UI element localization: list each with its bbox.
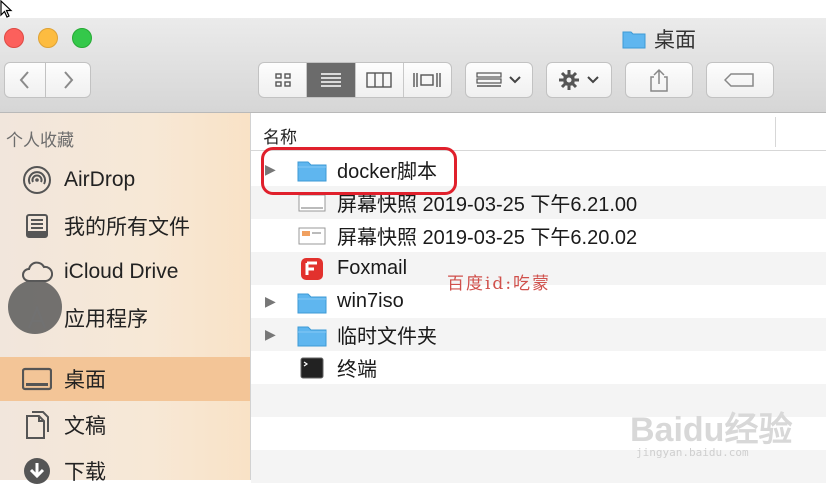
icon-view-button[interactable] (259, 63, 308, 97)
zoom-button[interactable] (72, 28, 92, 48)
folder-icon (297, 323, 327, 347)
tags-button[interactable] (706, 62, 774, 98)
view-switcher (258, 62, 452, 98)
grid-icon (274, 73, 291, 87)
minimize-button[interactable] (38, 28, 58, 48)
columns-icon (366, 72, 392, 88)
column-divider[interactable] (775, 117, 776, 147)
chevron-down-icon (509, 76, 521, 84)
column-header-name: 名称 (263, 128, 297, 147)
disclosure-triangle-icon[interactable]: ▶ (265, 293, 281, 310)
baidu-watermark-url: jingyan.baidu.com (636, 446, 749, 459)
row-name: 屏幕快照 2019-03-25 下午6.20.02 (337, 227, 638, 249)
all-files-icon (20, 209, 54, 243)
sidebar-item-label: 我的所有文件 (64, 216, 190, 239)
column-header[interactable]: 名称 (251, 113, 826, 151)
baidu-watermark: Baidu经验 (630, 411, 793, 449)
arrange-icon (476, 72, 502, 87)
toolbar: 桌面 (0, 18, 826, 113)
desktop-icon (20, 362, 54, 396)
arrange-button[interactable] (465, 62, 533, 98)
sidebar-item-airdrop[interactable]: AirDrop (0, 158, 250, 202)
sidebar-item-label: 桌面 (64, 369, 106, 392)
sidebar-item-label: AirDrop (64, 168, 136, 191)
row-name: win7iso (337, 290, 404, 312)
share-button[interactable] (625, 62, 693, 98)
download-icon (20, 454, 54, 488)
documents-icon (20, 408, 54, 442)
cover-flow-view-button[interactable] (404, 63, 451, 97)
red-highlight-annotation (261, 147, 457, 195)
gear-icon (559, 70, 579, 90)
foxmail-app-icon (297, 257, 327, 281)
close-button[interactable] (4, 28, 24, 48)
window-title: 桌面 (622, 24, 696, 54)
sidebar-item-label: 下载 (64, 461, 106, 484)
back-button[interactable] (4, 62, 46, 98)
window-title-text: 桌面 (654, 29, 696, 52)
folder-icon (622, 31, 646, 49)
sidebar-item-downloads[interactable]: 下载 (0, 449, 250, 493)
overlay-circle (8, 280, 62, 334)
share-icon (650, 68, 668, 92)
sidebar-item-all-files[interactable]: 我的所有文件 (0, 204, 250, 248)
chevron-left-icon (19, 71, 29, 89)
list-icon (320, 73, 341, 87)
sidebar-item-label: 应用程序 (64, 308, 148, 331)
list-row-temp-folder[interactable]: ▶ 临时文件夹 (251, 318, 826, 351)
list-row-screenshot-2[interactable]: 屏幕快照 2019-03-25 下午6.20.02 (251, 219, 826, 252)
sidebar-item-documents[interactable]: 文稿 (0, 403, 250, 447)
list-row-terminal[interactable]: 终端 (251, 351, 826, 384)
cover-flow-icon (413, 73, 442, 87)
chevron-right-icon (64, 71, 74, 89)
sidebar-item-label: iCloud Drive (64, 260, 179, 283)
mouse-cursor-icon (0, 0, 13, 18)
sidebar-item-desktop[interactable]: 桌面 (0, 357, 250, 401)
list-view-button[interactable] (307, 63, 356, 97)
watermark-text: 百度id:吃蒙 (447, 274, 552, 294)
row-name: Foxmail (337, 257, 408, 279)
chevron-down-icon (587, 76, 599, 84)
terminal-app-icon (297, 356, 327, 380)
sidebar-header: 个人收藏 (6, 131, 74, 150)
sidebar-item-label: 文稿 (64, 415, 106, 438)
airdrop-icon (20, 163, 54, 197)
row-name: 临时文件夹 (337, 326, 437, 348)
action-button[interactable] (546, 62, 612, 98)
forward-button[interactable] (45, 62, 91, 98)
column-view-button[interactable] (356, 63, 404, 97)
row-name: 终端 (337, 359, 377, 381)
disclosure-triangle-icon[interactable]: ▶ (265, 326, 281, 343)
folder-icon (297, 290, 327, 314)
screenshot-file-icon (297, 224, 327, 248)
tag-icon (724, 73, 754, 87)
